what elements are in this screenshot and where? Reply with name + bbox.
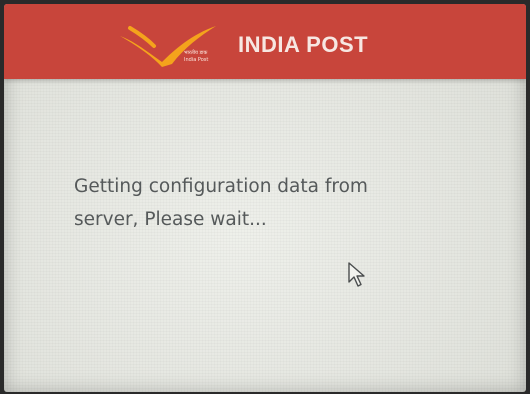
app-title: INDIA POST <box>238 32 369 57</box>
loading-message-line-2: server, Please wait... <box>74 209 267 230</box>
loading-message: Getting configuration data from server, … <box>74 170 454 236</box>
india-post-logo-icon: भारतीय डाक India Post <box>120 26 216 67</box>
loading-message-line-1: Getting configuration data from <box>74 176 368 197</box>
logo-hindi-text: भारतीय डाक <box>184 49 207 56</box>
logo-english-text: India Post <box>184 57 208 63</box>
app-header: भारतीय डाक India Post INDIA POST <box>4 4 526 79</box>
app-screen: भारतीय डाक India Post INDIA POST Getting… <box>4 4 526 392</box>
mouse-pointer-icon <box>348 262 365 287</box>
